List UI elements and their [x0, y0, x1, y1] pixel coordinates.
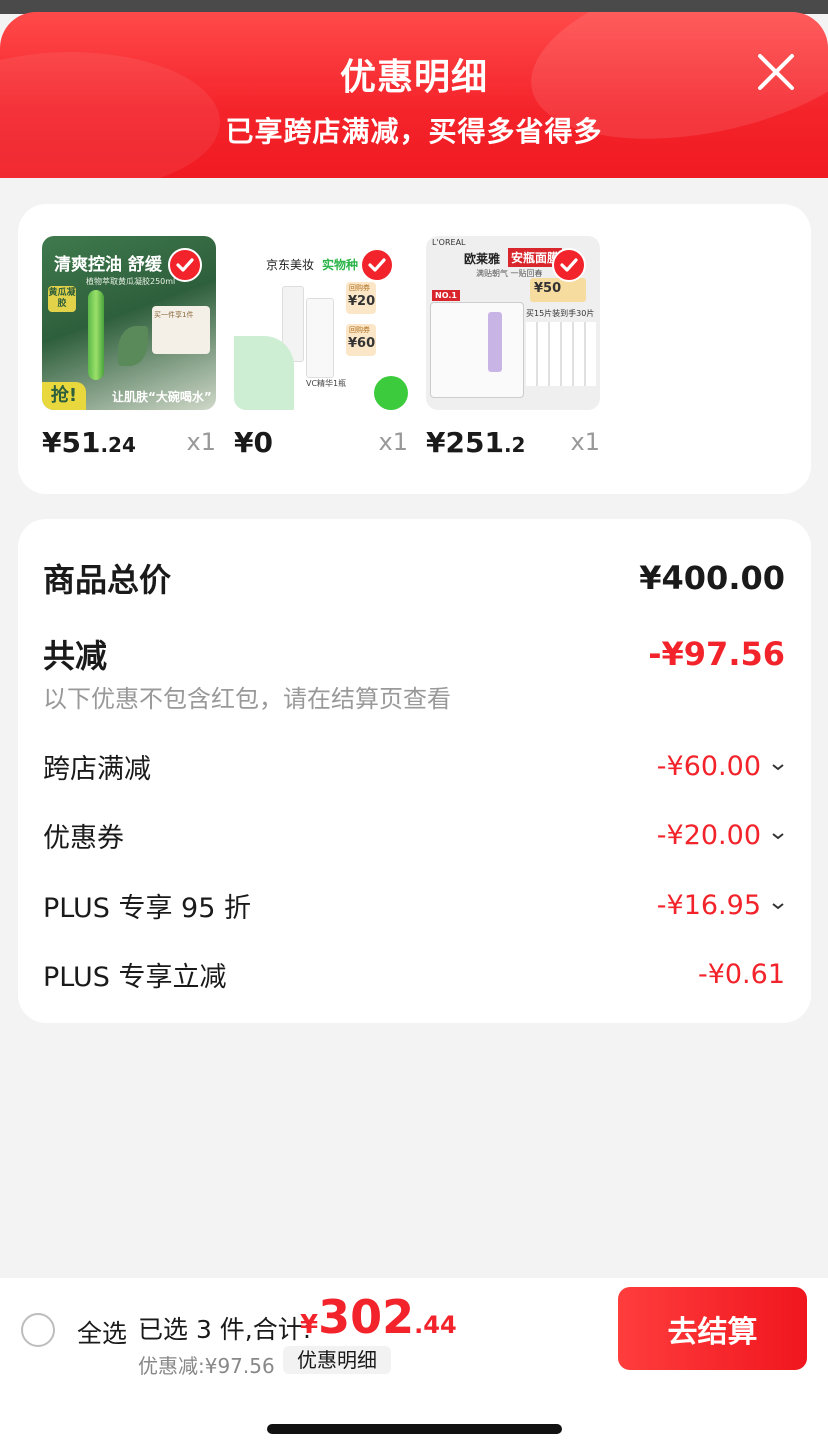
product-image-badge: 黄瓜凝胶: [48, 286, 76, 312]
discount-row-plus-reduce: PLUS 专享立减 -¥0.61: [43, 955, 785, 994]
serum-box: [306, 298, 334, 378]
price-integer: ¥0: [234, 426, 273, 459]
rank-badge: NO.1: [432, 290, 460, 301]
product-image-title: 清爽控油 舒缓: [54, 255, 162, 275]
selected-check-icon: [552, 248, 586, 282]
product-image-promo: 买15片装到手30片: [526, 309, 595, 318]
product-image-title-2: 实物种: [322, 258, 359, 272]
discount-detail-header: 优惠明细 已享跨店满减，买得多省得多: [0, 12, 828, 178]
chevron-down-icon: [772, 902, 784, 909]
total-currency: ¥: [300, 1310, 319, 1340]
product-price: ¥251.2: [426, 426, 525, 459]
discount-value: -¥16.95: [657, 890, 785, 921]
price-summary-card: 商品总价 ¥400.00 共减 -¥97.56 以下优惠不包含红包，请在结算页查…: [18, 519, 811, 1023]
ampoule: [488, 312, 502, 372]
discount-summary: 优惠减:¥97.56: [138, 1354, 275, 1378]
close-icon[interactable]: [756, 52, 796, 92]
gel-bottle: [88, 290, 104, 380]
total-integer: 302: [318, 1290, 415, 1344]
product-quantity: x1: [186, 428, 216, 456]
selected-count: 已选 3 件,合计:: [138, 1315, 312, 1344]
product-image-side: 买一件享1件: [154, 311, 194, 319]
mask-package: [430, 302, 524, 398]
coupon-label: 回购券: [349, 284, 370, 292]
products-card: 清爽控油 舒缓 植物萃取黄瓜凝胶250ml 黄瓜凝胶 买一件享1件 抢! 让肌肤…: [18, 204, 811, 494]
total-decimal: .44: [414, 1311, 457, 1339]
discount-value: -¥0.61: [698, 959, 785, 990]
total-price-value: ¥400.00: [639, 559, 785, 597]
chevron-down-icon: [772, 832, 784, 839]
product-price: ¥51.24: [42, 426, 136, 459]
product-image-slogan: 让肌肤“大碗喝水”: [112, 390, 212, 404]
discount-amount: -¥20.00: [656, 820, 761, 851]
page-subtitle: 已享跨店满减，买得多省得多: [225, 115, 603, 148]
selected-check-icon: [168, 248, 202, 282]
total-reduce-value: -¥97.56: [648, 635, 785, 673]
product-quantity: x1: [570, 428, 600, 456]
price-integer: ¥51: [42, 426, 101, 459]
product-item[interactable]: 清爽控油 舒缓 植物萃取黄瓜凝胶250ml 黄瓜凝胶 买一件享1件 抢! 让肌肤…: [42, 236, 216, 459]
price-decimal: .24: [100, 433, 136, 457]
select-all-radio[interactable]: [21, 1313, 55, 1347]
product-image-caption: VC精华1瓶: [306, 379, 347, 388]
discount-label: PLUS 专享立减: [43, 962, 227, 993]
total-amount: ¥302.44: [300, 1290, 457, 1344]
discount-label: PLUS 专享 95 折: [43, 893, 251, 924]
selected-check-icon: [360, 248, 394, 282]
product-price: ¥0: [234, 426, 273, 459]
product-quantity: x1: [378, 428, 408, 456]
total-price-label: 商品总价: [43, 561, 172, 599]
product-image-title: 欧莱雅: [464, 252, 501, 266]
product-item[interactable]: L'OREAL 欧莱雅 安瓶面膜 满贴朝气 一贴回春 NO.1 ¥50 买15片…: [426, 236, 600, 459]
discount-amount: -¥0.61: [697, 959, 785, 990]
green-decoration: [374, 376, 408, 410]
price-integer: ¥251: [426, 426, 504, 459]
discount-value: -¥60.00: [657, 751, 785, 782]
checkout-bar: 全选 已选 3 件,合计: ¥302.44 优惠减:¥97.56 优惠明细 去结…: [0, 1278, 828, 1378]
coupon-value: ¥50: [534, 281, 562, 296]
home-indicator-area: [0, 1378, 828, 1451]
product-image-title: 京东美妆: [266, 258, 315, 272]
discount-value: -¥20.00: [657, 820, 785, 851]
discount-amount: -¥16.95: [656, 890, 761, 921]
total-price-row: 商品总价 ¥400.00: [43, 555, 785, 601]
checkout-button[interactable]: 去结算: [618, 1287, 807, 1370]
select-all-label[interactable]: 全选: [77, 1314, 127, 1350]
product-image-tag: 抢!: [42, 382, 86, 410]
product-image: 京东美妆 实物种 回购券 ¥20 回购券 ¥60 VC精华1瓶: [234, 236, 408, 410]
discount-amount: -¥60.00: [656, 751, 761, 782]
mask-grid: [526, 322, 596, 386]
price-decimal: .2: [503, 433, 526, 457]
coupon-value: ¥20: [348, 294, 376, 309]
brand-logo: L'OREAL: [432, 238, 466, 247]
discount-row-cross-store[interactable]: 跨店满减 -¥60.00: [43, 747, 785, 786]
discount-note: 以下优惠不包含红包，请在结算页查看: [43, 685, 451, 713]
leaf-decoration: [118, 326, 148, 366]
discount-label: 跨店满减: [43, 754, 151, 785]
total-reduce-row: 共减 -¥97.56: [43, 631, 785, 677]
discount-row-plus-95[interactable]: PLUS 专享 95 折 -¥16.95: [43, 886, 785, 925]
discount-detail-button[interactable]: 优惠明细: [283, 1346, 391, 1374]
green-decoration: [234, 336, 294, 410]
product-image: L'OREAL 欧莱雅 安瓶面膜 满贴朝气 一贴回春 NO.1 ¥50 买15片…: [426, 236, 600, 410]
product-image-line: 植物萃取黄瓜凝胶250ml: [86, 277, 176, 286]
chevron-down-icon: [772, 763, 784, 770]
product-image: 清爽控油 舒缓 植物萃取黄瓜凝胶250ml 黄瓜凝胶 买一件享1件 抢! 让肌肤…: [42, 236, 216, 410]
total-reduce-label: 共减: [43, 637, 108, 675]
discount-label: 优惠券: [43, 823, 124, 854]
discount-row-coupon[interactable]: 优惠券 -¥20.00: [43, 816, 785, 855]
product-item[interactable]: 京东美妆 实物种 回购券 ¥20 回购券 ¥60 VC精华1瓶 ¥0 x1: [234, 236, 408, 459]
page-title: 优惠明细: [339, 57, 488, 98]
coupon-label: 回购券: [349, 326, 370, 334]
home-indicator[interactable]: [267, 1424, 562, 1434]
coupon-value: ¥60: [348, 336, 376, 351]
